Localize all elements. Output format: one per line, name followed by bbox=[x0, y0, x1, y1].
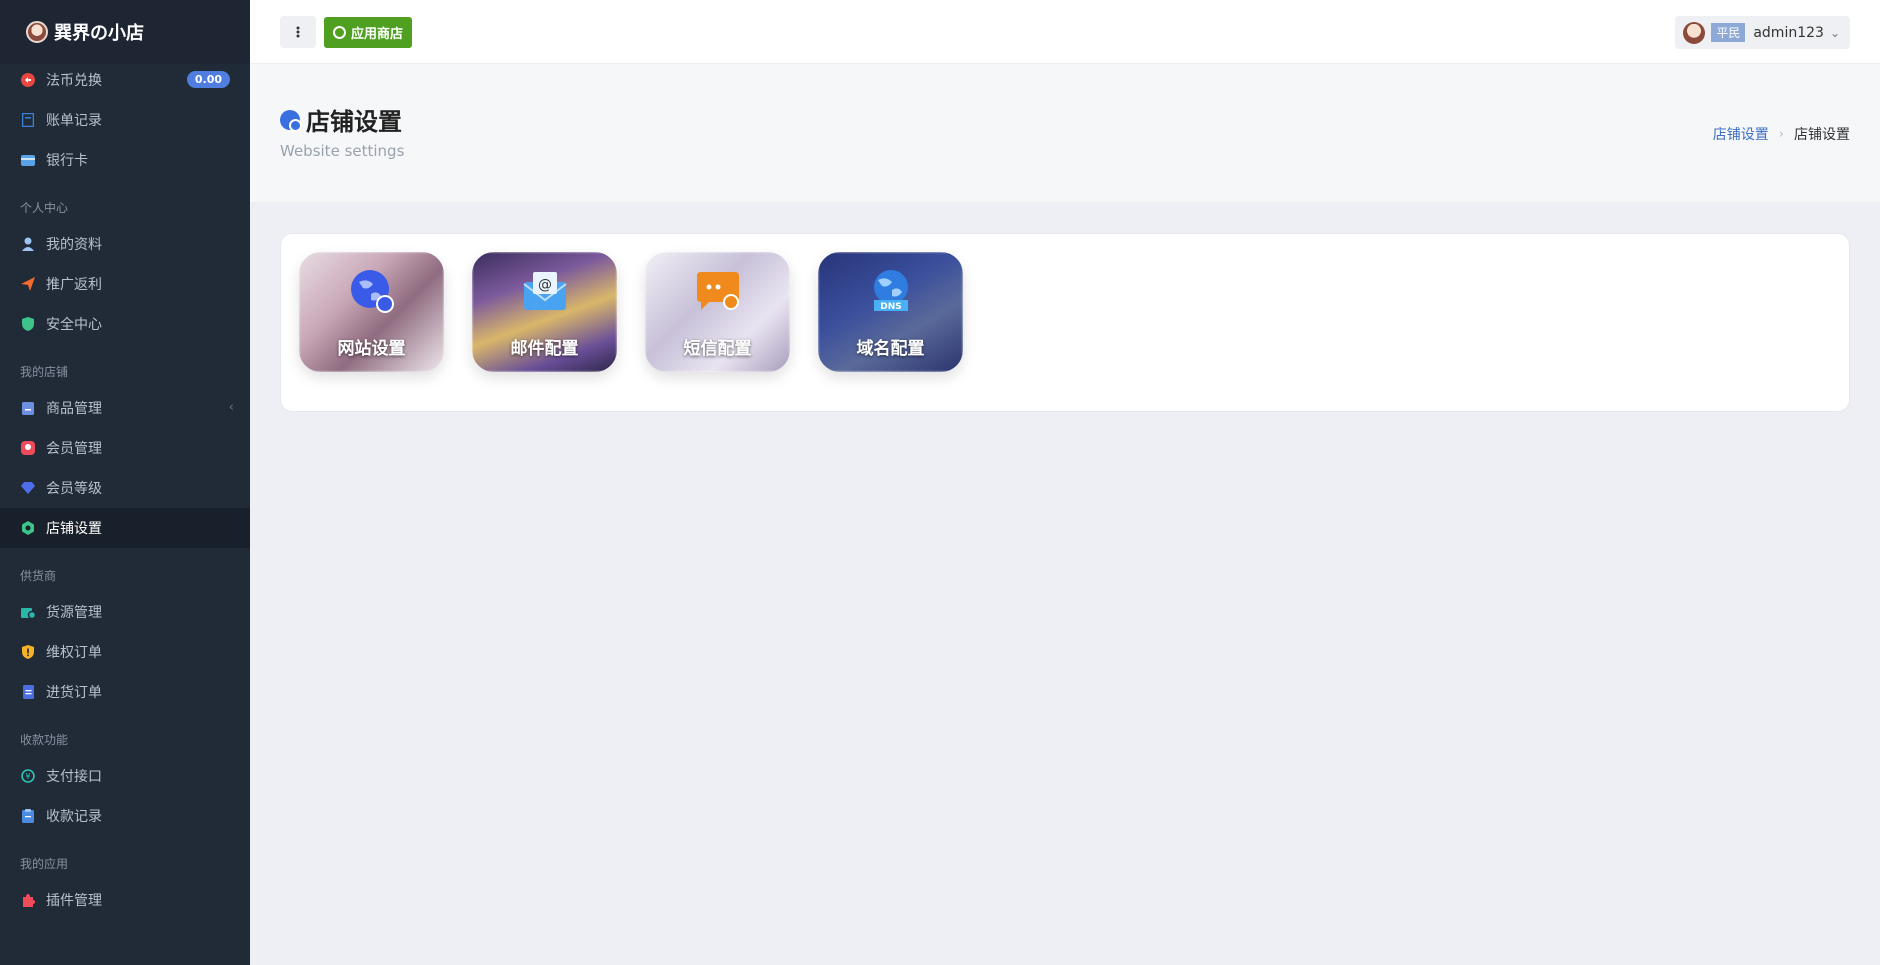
user-role-badge: 平民 bbox=[1711, 23, 1746, 42]
sidebar-item-label: 维权订单 bbox=[46, 645, 102, 661]
globe-gear-icon bbox=[349, 268, 395, 314]
sidebar: 法币兑换 0.00 账单记录 银行卡 个人中心 我的资料 推广返利 安全中心 我… bbox=[0, 0, 250, 965]
sidebar-item-supply[interactable]: 货源管理 bbox=[0, 592, 250, 632]
section-title: 我的应用 bbox=[20, 857, 69, 871]
sms-icon bbox=[695, 268, 741, 314]
sidebar-item-receipts[interactable]: 收款记录 bbox=[0, 796, 250, 836]
breadcrumb-current: 店铺设置 bbox=[1794, 127, 1850, 143]
shield-icon bbox=[20, 316, 36, 332]
kebab-icon bbox=[296, 26, 300, 38]
globe-gear-icon bbox=[280, 109, 302, 132]
page-title-text: 店铺设置 bbox=[306, 108, 402, 136]
breadcrumb-link[interactable]: 店铺设置 bbox=[1713, 124, 1769, 144]
sidebar-item-plugins[interactable]: 插件管理 bbox=[0, 880, 250, 920]
send-icon bbox=[20, 276, 36, 292]
chevron-left-icon: ‹ bbox=[228, 400, 234, 415]
brand[interactable]: 巽界の小店 bbox=[0, 0, 250, 64]
chevron-down-icon: ⌄ bbox=[1829, 25, 1840, 40]
sidebar-item-label: 货源管理 bbox=[46, 605, 102, 621]
sidebar-item-payment-api[interactable]: ¥ 支付接口 bbox=[0, 756, 250, 796]
dns-globe-icon: DNS bbox=[868, 268, 914, 314]
receipt-icon bbox=[20, 808, 36, 824]
user-menu[interactable]: 平民 admin123 ⌄ bbox=[1675, 16, 1850, 49]
sidebar-item-security[interactable]: 安全中心 bbox=[0, 304, 250, 344]
tile-label: 邮件配置 bbox=[510, 339, 579, 359]
sidebar-item-label: 支付接口 bbox=[46, 769, 102, 785]
sidebar-item-bankcard[interactable]: 银行卡 bbox=[0, 140, 250, 180]
section-title: 我的店铺 bbox=[20, 365, 69, 379]
shop-settings-icon bbox=[20, 520, 36, 536]
sms-config-tile[interactable]: 短信配置 bbox=[645, 252, 790, 372]
website-settings-tile[interactable]: 网站设置 bbox=[299, 252, 444, 372]
sidebar-item-purchase-orders[interactable]: 进货订单 bbox=[0, 672, 250, 712]
svg-text:@: @ bbox=[538, 277, 552, 293]
section-title: 供货商 bbox=[20, 569, 57, 583]
sidebar-item-label: 店铺设置 bbox=[46, 521, 102, 537]
svg-text:DNS: DNS bbox=[880, 302, 902, 312]
sidebar-item-label: 我的资料 bbox=[46, 237, 102, 253]
sidebar-item-label: 进货订单 bbox=[46, 685, 102, 701]
card-icon bbox=[20, 152, 36, 168]
sidebar-item-referral[interactable]: 推广返利 bbox=[0, 264, 250, 304]
sidebar-item-member-levels[interactable]: 会员等级 bbox=[0, 468, 250, 508]
svg-text:¥: ¥ bbox=[25, 772, 30, 781]
sidebar-item-label: 商品管理 bbox=[46, 401, 102, 417]
sidebar-item-label: 法币兑换 bbox=[46, 73, 102, 89]
mail-icon: @ bbox=[522, 268, 568, 314]
plugin-icon bbox=[20, 892, 36, 908]
order-icon bbox=[20, 684, 36, 700]
avatar bbox=[1683, 21, 1706, 44]
member-icon bbox=[20, 440, 36, 456]
alert-shield-icon bbox=[20, 644, 36, 660]
chevron-right-icon: › bbox=[1778, 126, 1784, 142]
sidebar-item-label: 银行卡 bbox=[46, 153, 88, 169]
brand-name: 巽界の小店 bbox=[54, 23, 144, 44]
settings-card: 网站设置 @ 邮件配置 短信配置 DNS 域名配置 bbox=[280, 233, 1850, 412]
breadcrumb: 店铺设置 › 店铺设置 bbox=[1713, 124, 1850, 144]
sidebar-item-goods[interactable]: 商品管理 ‹ bbox=[0, 388, 250, 428]
app-store-button[interactable]: 应用商店 bbox=[324, 17, 413, 48]
page-title: 店铺设置 bbox=[280, 102, 402, 137]
sidebar-item-label: 插件管理 bbox=[46, 893, 102, 909]
sidebar-item-bills[interactable]: 账单记录 bbox=[0, 100, 250, 140]
tile-label: 短信配置 bbox=[683, 339, 752, 359]
exchange-icon bbox=[20, 72, 36, 88]
section-title: 收款功能 bbox=[20, 733, 69, 747]
balance-badge: 0.00 bbox=[186, 71, 230, 88]
app-store-label: 应用商店 bbox=[351, 27, 404, 42]
sidebar-menu: 法币兑换 0.00 账单记录 银行卡 个人中心 我的资料 推广返利 安全中心 我… bbox=[0, 48, 250, 920]
sidebar-item-label: 账单记录 bbox=[46, 113, 102, 129]
sidebar-item-label: 会员管理 bbox=[46, 441, 102, 457]
sidebar-item-profile[interactable]: 我的资料 bbox=[0, 224, 250, 264]
sidebar-item-members[interactable]: 会员管理 bbox=[0, 428, 250, 468]
tile-label: 域名配置 bbox=[856, 339, 925, 359]
section-title: 个人中心 bbox=[20, 201, 69, 215]
diamond-icon bbox=[20, 480, 36, 496]
sidebar-item-label: 安全中心 bbox=[46, 317, 102, 333]
username: admin123 bbox=[1753, 24, 1824, 41]
sidebar-item-exchange[interactable]: 法币兑换 0.00 bbox=[0, 60, 250, 100]
sidebar-item-label: 会员等级 bbox=[46, 481, 102, 497]
sidebar-item-disputes[interactable]: 维权订单 bbox=[0, 632, 250, 672]
sidebar-item-label: 收款记录 bbox=[46, 809, 102, 825]
menu-toggle-button[interactable] bbox=[280, 16, 316, 48]
user-icon bbox=[20, 236, 36, 252]
email-config-tile[interactable]: @ 邮件配置 bbox=[472, 252, 617, 372]
app-store-icon bbox=[333, 26, 346, 39]
page-header: 店铺设置 Website settings 店铺设置 › 店铺设置 bbox=[250, 64, 1880, 202]
bill-icon bbox=[20, 112, 36, 128]
brand-logo bbox=[26, 21, 48, 43]
page-subtitle: Website settings bbox=[280, 142, 405, 160]
top-header: 应用商店 平民 admin123 ⌄ bbox=[250, 0, 1880, 64]
payment-icon: ¥ bbox=[20, 768, 36, 784]
supply-icon bbox=[20, 604, 36, 620]
sidebar-item-shop-settings[interactable]: 店铺设置 bbox=[0, 508, 250, 548]
goods-icon bbox=[20, 400, 36, 416]
domain-config-tile[interactable]: DNS 域名配置 bbox=[818, 252, 963, 372]
tile-label: 网站设置 bbox=[337, 339, 406, 359]
sidebar-item-label: 推广返利 bbox=[46, 277, 102, 293]
